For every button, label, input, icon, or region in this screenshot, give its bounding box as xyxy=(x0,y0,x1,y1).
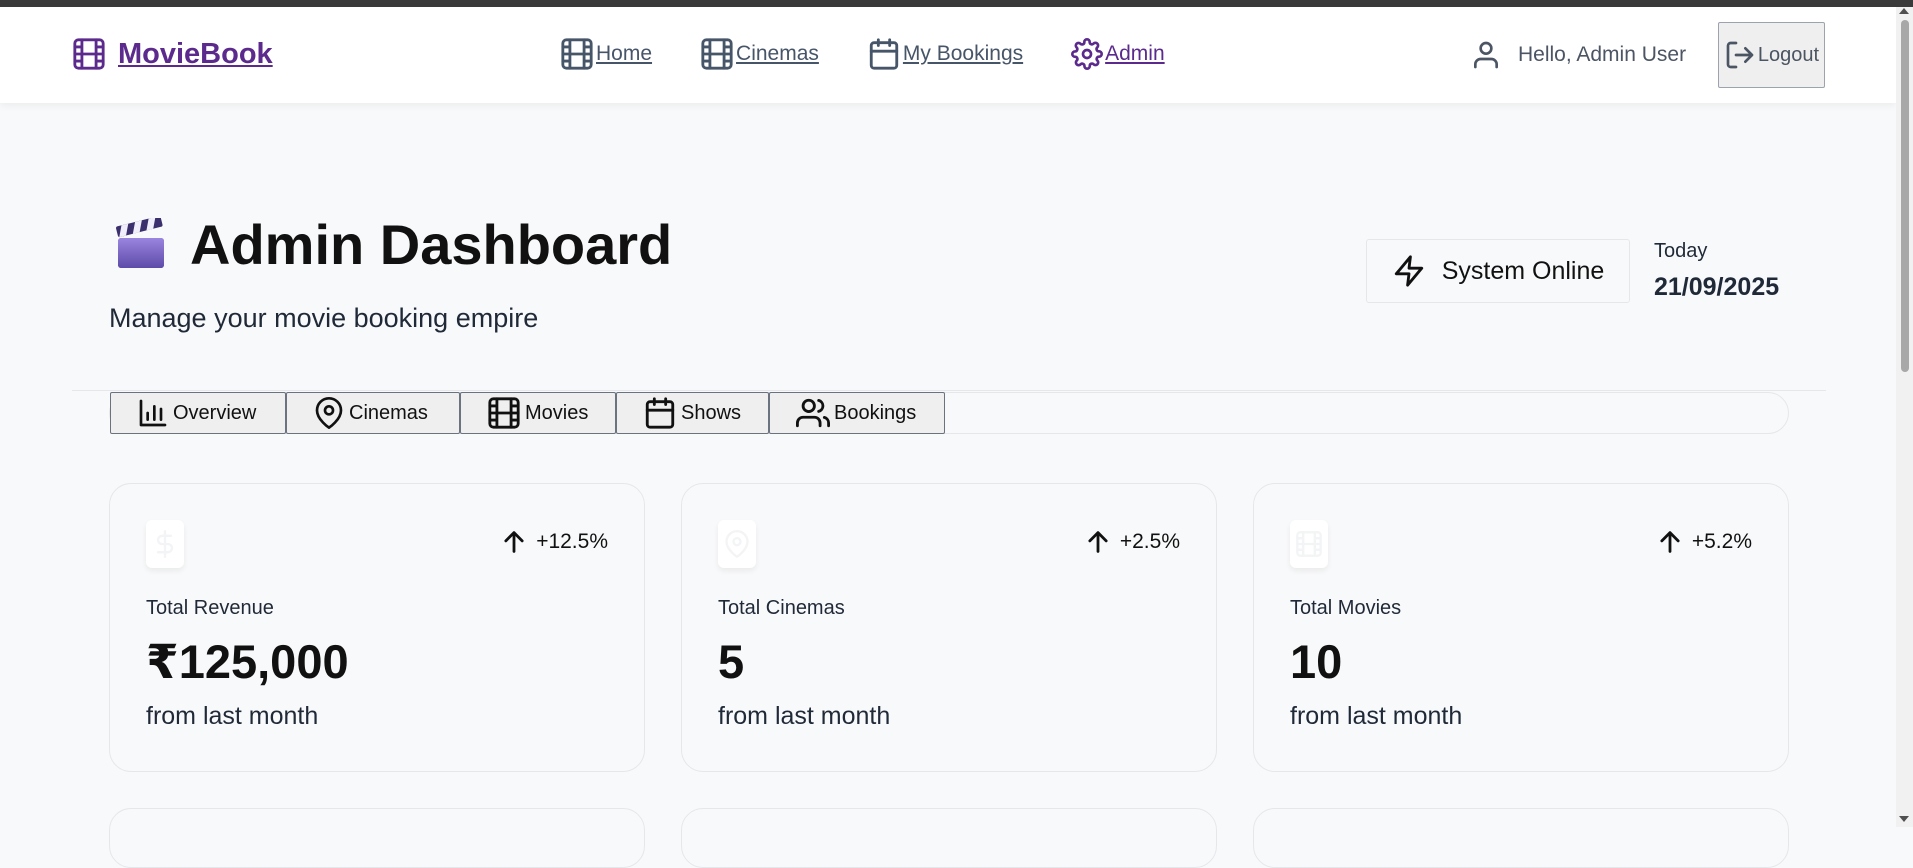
tab-overview[interactable]: Overview xyxy=(110,392,286,434)
clapperboard-icon xyxy=(114,217,168,272)
tab-cinemas[interactable]: Cinemas xyxy=(286,392,460,434)
tab-movies-label: Movies xyxy=(525,401,589,424)
system-status-text: System Online xyxy=(1441,256,1605,285)
page-title-row: Admin Dashboard xyxy=(114,212,672,277)
nav-home[interactable]: Home xyxy=(560,37,652,71)
nav-cinemas[interactable]: Cinemas xyxy=(700,37,819,71)
film-icon xyxy=(1290,520,1328,568)
scrollbar-thumb[interactable] xyxy=(1901,20,1909,372)
dollar-icon xyxy=(146,520,184,568)
lightning-icon xyxy=(1392,254,1426,288)
stat-change-value: +12.5% xyxy=(536,530,608,553)
date-label: Today xyxy=(1654,240,1708,262)
stat-subtext: from last month xyxy=(1290,702,1463,730)
section-divider xyxy=(72,390,1826,391)
browser-top-edge xyxy=(0,0,1913,7)
calendar-icon xyxy=(867,37,901,71)
admin-tabs: Overview Cinemas Movies Shows Bookings xyxy=(110,392,945,434)
scroll-down-arrow-icon[interactable] xyxy=(1899,816,1909,822)
map-pin-icon xyxy=(313,397,345,429)
stat-change: +2.5% xyxy=(1084,528,1180,556)
stat-card-partial xyxy=(681,808,1217,868)
stat-label: Total Cinemas xyxy=(718,597,845,619)
tab-movies[interactable]: Movies xyxy=(460,392,616,434)
stat-subtext: from last month xyxy=(718,702,891,730)
stat-card-movies: +5.2% Total Movies 10 from last month xyxy=(1253,483,1789,772)
main-nav: Home Cinemas My Bookings Admin xyxy=(560,37,1165,71)
stat-card-partial xyxy=(1253,808,1789,868)
arrow-up-icon xyxy=(1656,528,1684,556)
bar-chart-icon xyxy=(137,397,169,429)
stat-label: Total Movies xyxy=(1290,597,1402,619)
arrow-up-icon xyxy=(1084,528,1112,556)
film-icon xyxy=(560,37,594,71)
user-greeting: Hello, Admin User xyxy=(1470,39,1686,71)
page-subtitle: Manage your movie booking empire xyxy=(109,303,539,333)
users-icon xyxy=(796,396,830,430)
map-pin-icon xyxy=(718,520,756,568)
tab-cinemas-label: Cinemas xyxy=(349,401,428,424)
nav-admin-label: Admin xyxy=(1105,42,1165,65)
stat-label: Total Revenue xyxy=(146,597,274,619)
nav-cinemas-label: Cinemas xyxy=(736,42,819,65)
system-status-badge: System Online xyxy=(1366,239,1630,303)
arrow-up-icon xyxy=(500,528,528,556)
logout-button[interactable]: Logout xyxy=(1718,22,1825,88)
nav-home-label: Home xyxy=(596,42,653,65)
brand-name: MovieBook xyxy=(118,37,273,70)
page-title: Admin Dashboard xyxy=(190,213,673,276)
gear-icon xyxy=(1071,38,1104,70)
stat-card-partial xyxy=(109,808,645,868)
nav-my-bookings[interactable]: My Bookings xyxy=(867,37,1023,71)
stat-value: ₹125,000 xyxy=(146,635,349,688)
stat-subtext: from last month xyxy=(146,702,319,730)
calendar-icon xyxy=(643,396,677,430)
scroll-up-arrow-icon[interactable] xyxy=(1899,8,1909,14)
date-display: Today 21/09/2025 xyxy=(1654,240,1779,302)
user-greeting-text: Hello, Admin User xyxy=(1518,43,1687,66)
brand-link[interactable]: MovieBook xyxy=(72,37,273,71)
tab-shows[interactable]: Shows xyxy=(616,392,769,434)
stat-change: +12.5% xyxy=(500,528,608,556)
film-icon xyxy=(700,37,734,71)
tab-bookings-label: Bookings xyxy=(834,401,917,424)
tab-bookings[interactable]: Bookings xyxy=(769,392,945,434)
stat-value: 10 xyxy=(1290,635,1343,688)
nav-admin[interactable]: Admin xyxy=(1071,37,1165,71)
tab-shows-label: Shows xyxy=(681,401,742,424)
logout-label: Logout xyxy=(1757,43,1820,66)
film-icon xyxy=(72,37,106,71)
film-icon xyxy=(487,396,521,430)
stat-value: 5 xyxy=(718,635,745,688)
stat-change: +5.2% xyxy=(1656,528,1752,556)
date-value: 21/09/2025 xyxy=(1654,273,1780,301)
tab-overview-label: Overview xyxy=(173,401,257,424)
stat-change-value: +2.5% xyxy=(1119,530,1180,553)
stat-change-value: +5.2% xyxy=(1691,530,1752,553)
user-icon xyxy=(1470,39,1502,71)
site-header: MovieBook Home Cinemas My Bookings Admin xyxy=(0,7,1896,103)
stat-card-revenue: +12.5% Total Revenue ₹125,000 from last … xyxy=(109,483,645,772)
stat-card-cinemas: +2.5% Total Cinemas 5 from last month xyxy=(681,483,1217,772)
log-out-icon xyxy=(1724,39,1756,71)
nav-my-bookings-label: My Bookings xyxy=(902,42,1024,65)
